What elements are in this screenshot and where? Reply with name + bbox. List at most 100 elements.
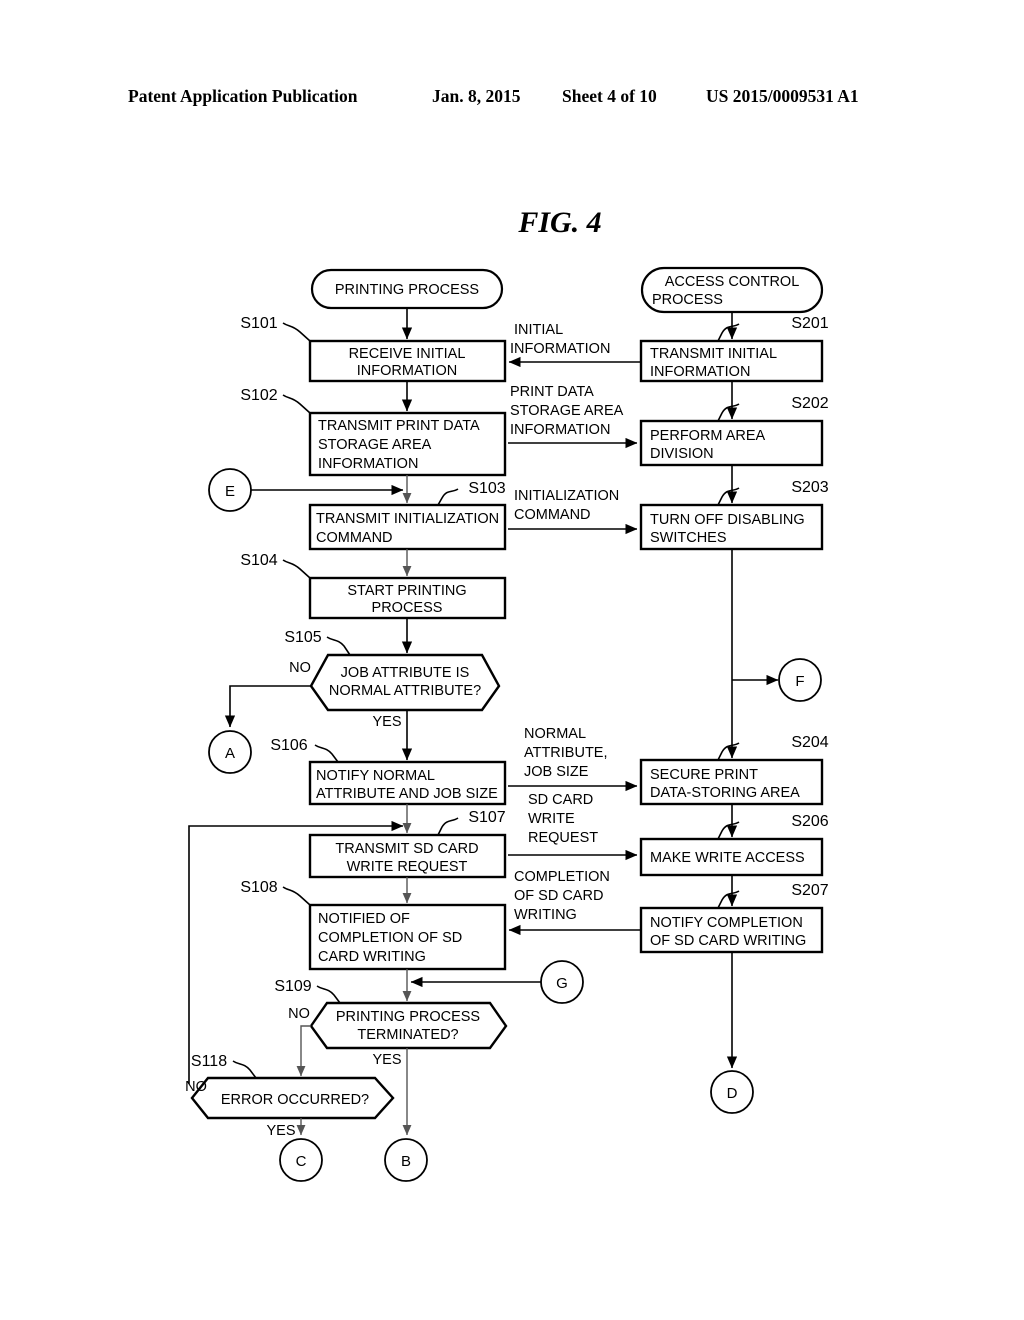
message-sd-write-line1: SD CARD [528,792,593,808]
message-sd-write-line3: REQUEST [528,830,598,846]
step-s106: NOTIFY NORMAL ATTRIBUTE AND JOB SIZE [308,760,507,806]
step-s207-line2: OF SD CARD WRITING [650,933,806,949]
step-ref-s207: S207 [791,882,828,899]
step-s104: START PRINTING PROCESS [308,576,507,620]
step-ref-s206: S206 [791,813,828,830]
message-normal-attribute-job-size: NORMAL ATTRIBUTE, JOB SIZE [508,726,638,792]
step-s108-line2: COMPLETION OF SD [318,930,462,946]
step-s109: PRINTING PROCESS TERMINATED? [309,1001,508,1050]
step-ref-s105: S105 [284,629,321,646]
connector-c-label: C [296,1153,307,1170]
step-s204-line1: SECURE PRINT [650,767,758,783]
step-s107-line1: TRANSMIT SD CARD [335,841,478,857]
step-s207-line1: NOTIFY COMPLETION [650,915,803,931]
connector-b: B [384,1138,428,1182]
step-s103-line2: COMMAND [316,530,393,546]
step-s108-line3: CARD WRITING [318,949,426,965]
step-s118-line1: ERROR OCCURRED? [221,1092,369,1108]
step-s101-line1: RECEIVE INITIAL [349,346,466,362]
message-initial-information: INITIAL INFORMATION [508,322,641,368]
connector-d-label: D [727,1085,738,1102]
connector-f-label: F [795,673,804,690]
step-s109-line2: TERMINATED? [357,1027,458,1043]
step-ref-s103: S103 [468,480,505,497]
connector-c: C [279,1138,323,1182]
branch-label-s118-yes: YES [266,1123,295,1139]
message-completion-line1: COMPLETION [514,869,610,885]
connector-f: F [778,658,822,702]
message-print-data-line3: INFORMATION [510,422,610,438]
step-s106-line1: NOTIFY NORMAL [316,768,435,784]
step-s101-line2: INFORMATION [357,363,457,379]
message-completion-of-sd-card-writing: COMPLETION OF SD CARD WRITING [508,869,641,936]
step-ref-s102: S102 [240,387,277,404]
step-s203: TURN OFF DISABLING SWITCHES [639,503,824,551]
step-s102-line3: INFORMATION [318,456,418,472]
step-ref-s201: S201 [791,315,828,332]
connector-a-label: A [225,745,235,762]
branch-label-s118-no: NO [185,1079,207,1095]
branch-label-s109-no: NO [288,1006,310,1022]
step-ref-s118: S118 [191,1053,227,1070]
step-s203-line2: SWITCHES [650,530,727,546]
message-initial-information-line2: INFORMATION [510,341,610,357]
terminal-access-control-line1: ACCESS CONTROL [665,274,800,290]
branch-label-s109-yes: YES [372,1052,401,1068]
flowchart-canvas: PRINTING PROCESS RECEIVE INITIAL INFORMA… [185,266,829,1182]
step-ref-s107: S107 [468,809,505,826]
step-ref-s101: S101 [240,315,277,332]
step-s202: PERFORM AREA DIVISION [639,419,824,467]
message-sd-write-line2: WRITE [528,811,575,827]
connector-b-label: B [401,1153,411,1170]
step-s102-line2: STORAGE AREA [318,437,432,453]
message-print-data-storage-area-information: PRINT DATA STORAGE AREA INFORMATION [508,384,638,449]
message-initialization-command: INITIALIZATION COMMAND [508,488,638,535]
step-ref-s106: S106 [270,737,307,754]
terminal-printing-process-label: PRINTING PROCESS [335,282,479,298]
branch-label-s105-yes: YES [372,714,401,730]
message-print-data-line1: PRINT DATA [510,384,594,400]
step-ref-s204: S204 [791,734,828,751]
step-s103: TRANSMIT INITIALIZATION COMMAND [308,503,507,551]
message-sd-card-write-request: SD CARD WRITE REQUEST [508,792,638,861]
step-s201-line2: INFORMATION [650,364,750,380]
step-s201: TRANSMIT INITIAL INFORMATION [639,339,824,383]
step-s206-line1: MAKE WRITE ACCESS [650,850,805,866]
connector-g: G [540,960,584,1004]
step-s105: JOB ATTRIBUTE IS NORMAL ATTRIBUTE? [309,653,501,712]
step-s106-line2: ATTRIBUTE AND JOB SIZE [316,786,498,802]
connector-e: E [208,468,252,512]
step-s101: RECEIVE INITIAL INFORMATION [308,339,507,383]
message-init-cmd-line2: COMMAND [514,507,591,523]
step-ref-s202: S202 [791,395,828,412]
step-s108-line1: NOTIFIED OF [318,911,410,927]
message-normal-attr-line1: NORMAL [524,726,586,742]
patent-figure-page: Patent Application Publication Jan. 8, 2… [0,0,1024,1320]
connector-d: D [710,1070,754,1114]
step-s202-line1: PERFORM AREA [650,428,766,444]
step-s105-line2: NORMAL ATTRIBUTE? [329,683,481,699]
step-s207: NOTIFY COMPLETION OF SD CARD WRITING [639,906,824,954]
step-s204-line2: DATA-STORING AREA [650,785,800,801]
step-ref-s108: S108 [240,879,277,896]
step-s104-line1: START PRINTING [347,583,466,599]
step-s102: TRANSMIT PRINT DATA STORAGE AREA INFORMA… [308,411,507,477]
connector-e-label: E [225,483,235,500]
step-s103-line1: TRANSMIT INITIALIZATION [316,511,499,527]
message-completion-line3: WRITING [514,907,577,923]
terminal-access-control-line2: PROCESS [652,292,723,308]
terminal-access-control-process: ACCESS CONTROL PROCESS [640,266,824,314]
step-s203-line1: TURN OFF DISABLING [650,512,805,528]
step-s108: NOTIFIED OF COMPLETION OF SD CARD WRITIN… [308,903,507,971]
message-normal-attr-line3: JOB SIZE [524,764,589,780]
message-initial-information-line1: INITIAL [514,322,563,338]
connector-g-label: G [556,975,568,992]
step-s204: SECURE PRINT DATA-STORING AREA [639,758,824,806]
step-s118: ERROR OCCURRED? [190,1076,395,1120]
message-completion-line2: OF SD CARD [514,888,603,904]
step-s206: MAKE WRITE ACCESS [639,837,824,877]
message-normal-attr-line2: ATTRIBUTE, [524,745,608,761]
step-s201-line1: TRANSMIT INITIAL [650,346,777,362]
step-s202-line2: DIVISION [650,446,714,462]
terminal-printing-process: PRINTING PROCESS [310,268,504,310]
